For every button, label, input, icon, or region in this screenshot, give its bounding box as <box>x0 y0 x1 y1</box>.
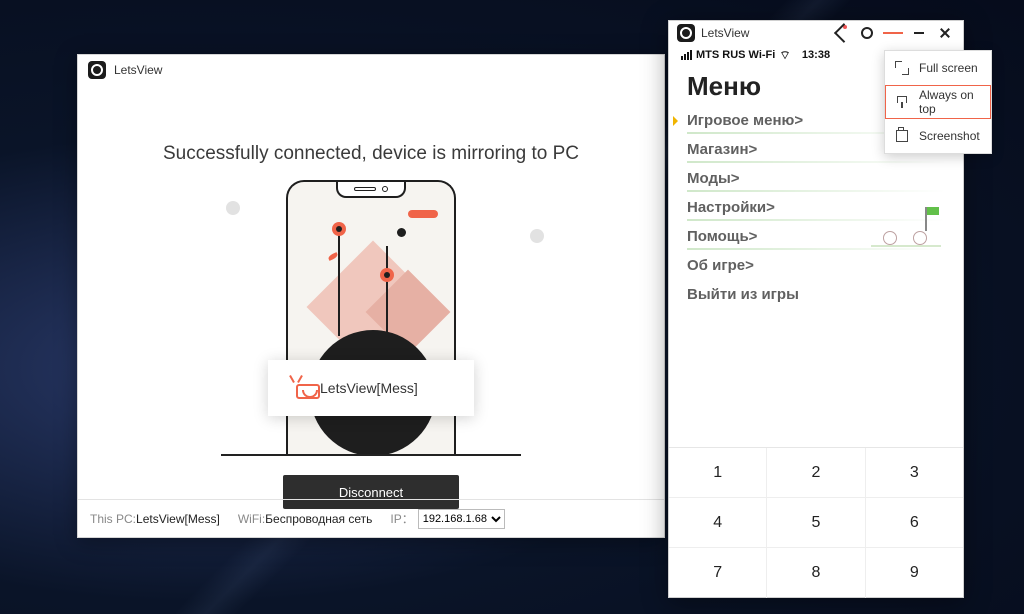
pin-icon <box>895 95 909 109</box>
close-button[interactable] <box>935 23 955 43</box>
draw-button[interactable] <box>831 23 851 43</box>
tv-icon <box>284 377 308 399</box>
keypad-key-1[interactable]: 1 <box>669 448 767 498</box>
fullscreen-icon <box>895 61 909 75</box>
keypad-key-8[interactable]: 8 <box>767 548 865 598</box>
connection-status: Successfully connected, device is mirror… <box>78 143 664 165</box>
window-menu-dropdown: Full screen Always on top Screenshot <box>884 50 992 154</box>
device-card[interactable]: LetsView[Mess] <box>268 360 474 416</box>
screenshot-icon <box>895 129 909 143</box>
pc-info: This PC:LetsView[Mess] <box>90 512 220 526</box>
main-title: LetsView <box>114 63 162 77</box>
main-body: Successfully connected, device is mirror… <box>78 85 664 500</box>
keypad-key-2[interactable]: 2 <box>767 448 865 498</box>
dropdown-item-fullscreen[interactable]: Full screen <box>885 51 991 85</box>
minimize-button[interactable] <box>909 23 929 43</box>
mirror-title: LetsView <box>701 26 749 40</box>
ip-label: IP： <box>390 510 413 527</box>
keypad: 123 456 789 <box>669 447 963 597</box>
game-menu-item[interactable]: Об игре> <box>687 251 945 280</box>
ip-info: IP： 192.168.1.68 <box>390 509 504 529</box>
main-statusbar: This PC:LetsView[Mess] WiFi:Беспроводная… <box>78 499 664 537</box>
ip-select[interactable]: 192.168.1.68 <box>418 509 505 529</box>
decor-dot <box>226 201 240 215</box>
wifi-icon: ⌔ <box>779 48 790 63</box>
keypad-key-3[interactable]: 3 <box>866 448 963 498</box>
dropdown-item-screenshot[interactable]: Screenshot <box>885 119 991 153</box>
main-window: LetsView Successfully connected, device … <box>77 54 665 538</box>
game-menu-item[interactable]: Выйти из игры <box>687 280 945 309</box>
record-button[interactable] <box>857 23 877 43</box>
signal-icon <box>681 50 692 60</box>
letsview-icon <box>88 61 106 79</box>
decor-dot <box>530 229 544 243</box>
keypad-key-9[interactable]: 9 <box>866 548 963 598</box>
dropdown-item-pin[interactable]: Always on top <box>885 85 991 119</box>
keypad-key-5[interactable]: 5 <box>767 498 865 548</box>
phone-baseline <box>221 454 521 456</box>
keypad-key-6[interactable]: 6 <box>866 498 963 548</box>
wifi-info: WiFi:Беспроводная сеть <box>238 512 373 526</box>
game-menu-item[interactable]: Моды> <box>687 164 945 193</box>
carrier-label: MTS RUS Wi-Fi <box>696 49 775 61</box>
bike-doodle <box>881 207 939 247</box>
letsview-icon <box>677 24 695 42</box>
wifi-name: Беспроводная сеть <box>265 512 372 526</box>
dropdown-label: Screenshot <box>919 129 980 143</box>
main-titlebar[interactable]: LetsView <box>78 55 664 85</box>
wifi-label: WiFi: <box>238 512 265 526</box>
keypad-key-7[interactable]: 7 <box>669 548 767 598</box>
device-name: LetsView[Mess] <box>320 380 418 396</box>
pc-label: This PC: <box>90 512 136 526</box>
menu-button[interactable] <box>883 23 903 43</box>
dropdown-label: Full screen <box>919 61 978 75</box>
keypad-key-4[interactable]: 4 <box>669 498 767 548</box>
dropdown-label: Always on top <box>919 88 981 116</box>
mirror-titlebar[interactable]: LetsView <box>669 21 963 45</box>
pc-name: LetsView[Mess] <box>136 512 220 526</box>
